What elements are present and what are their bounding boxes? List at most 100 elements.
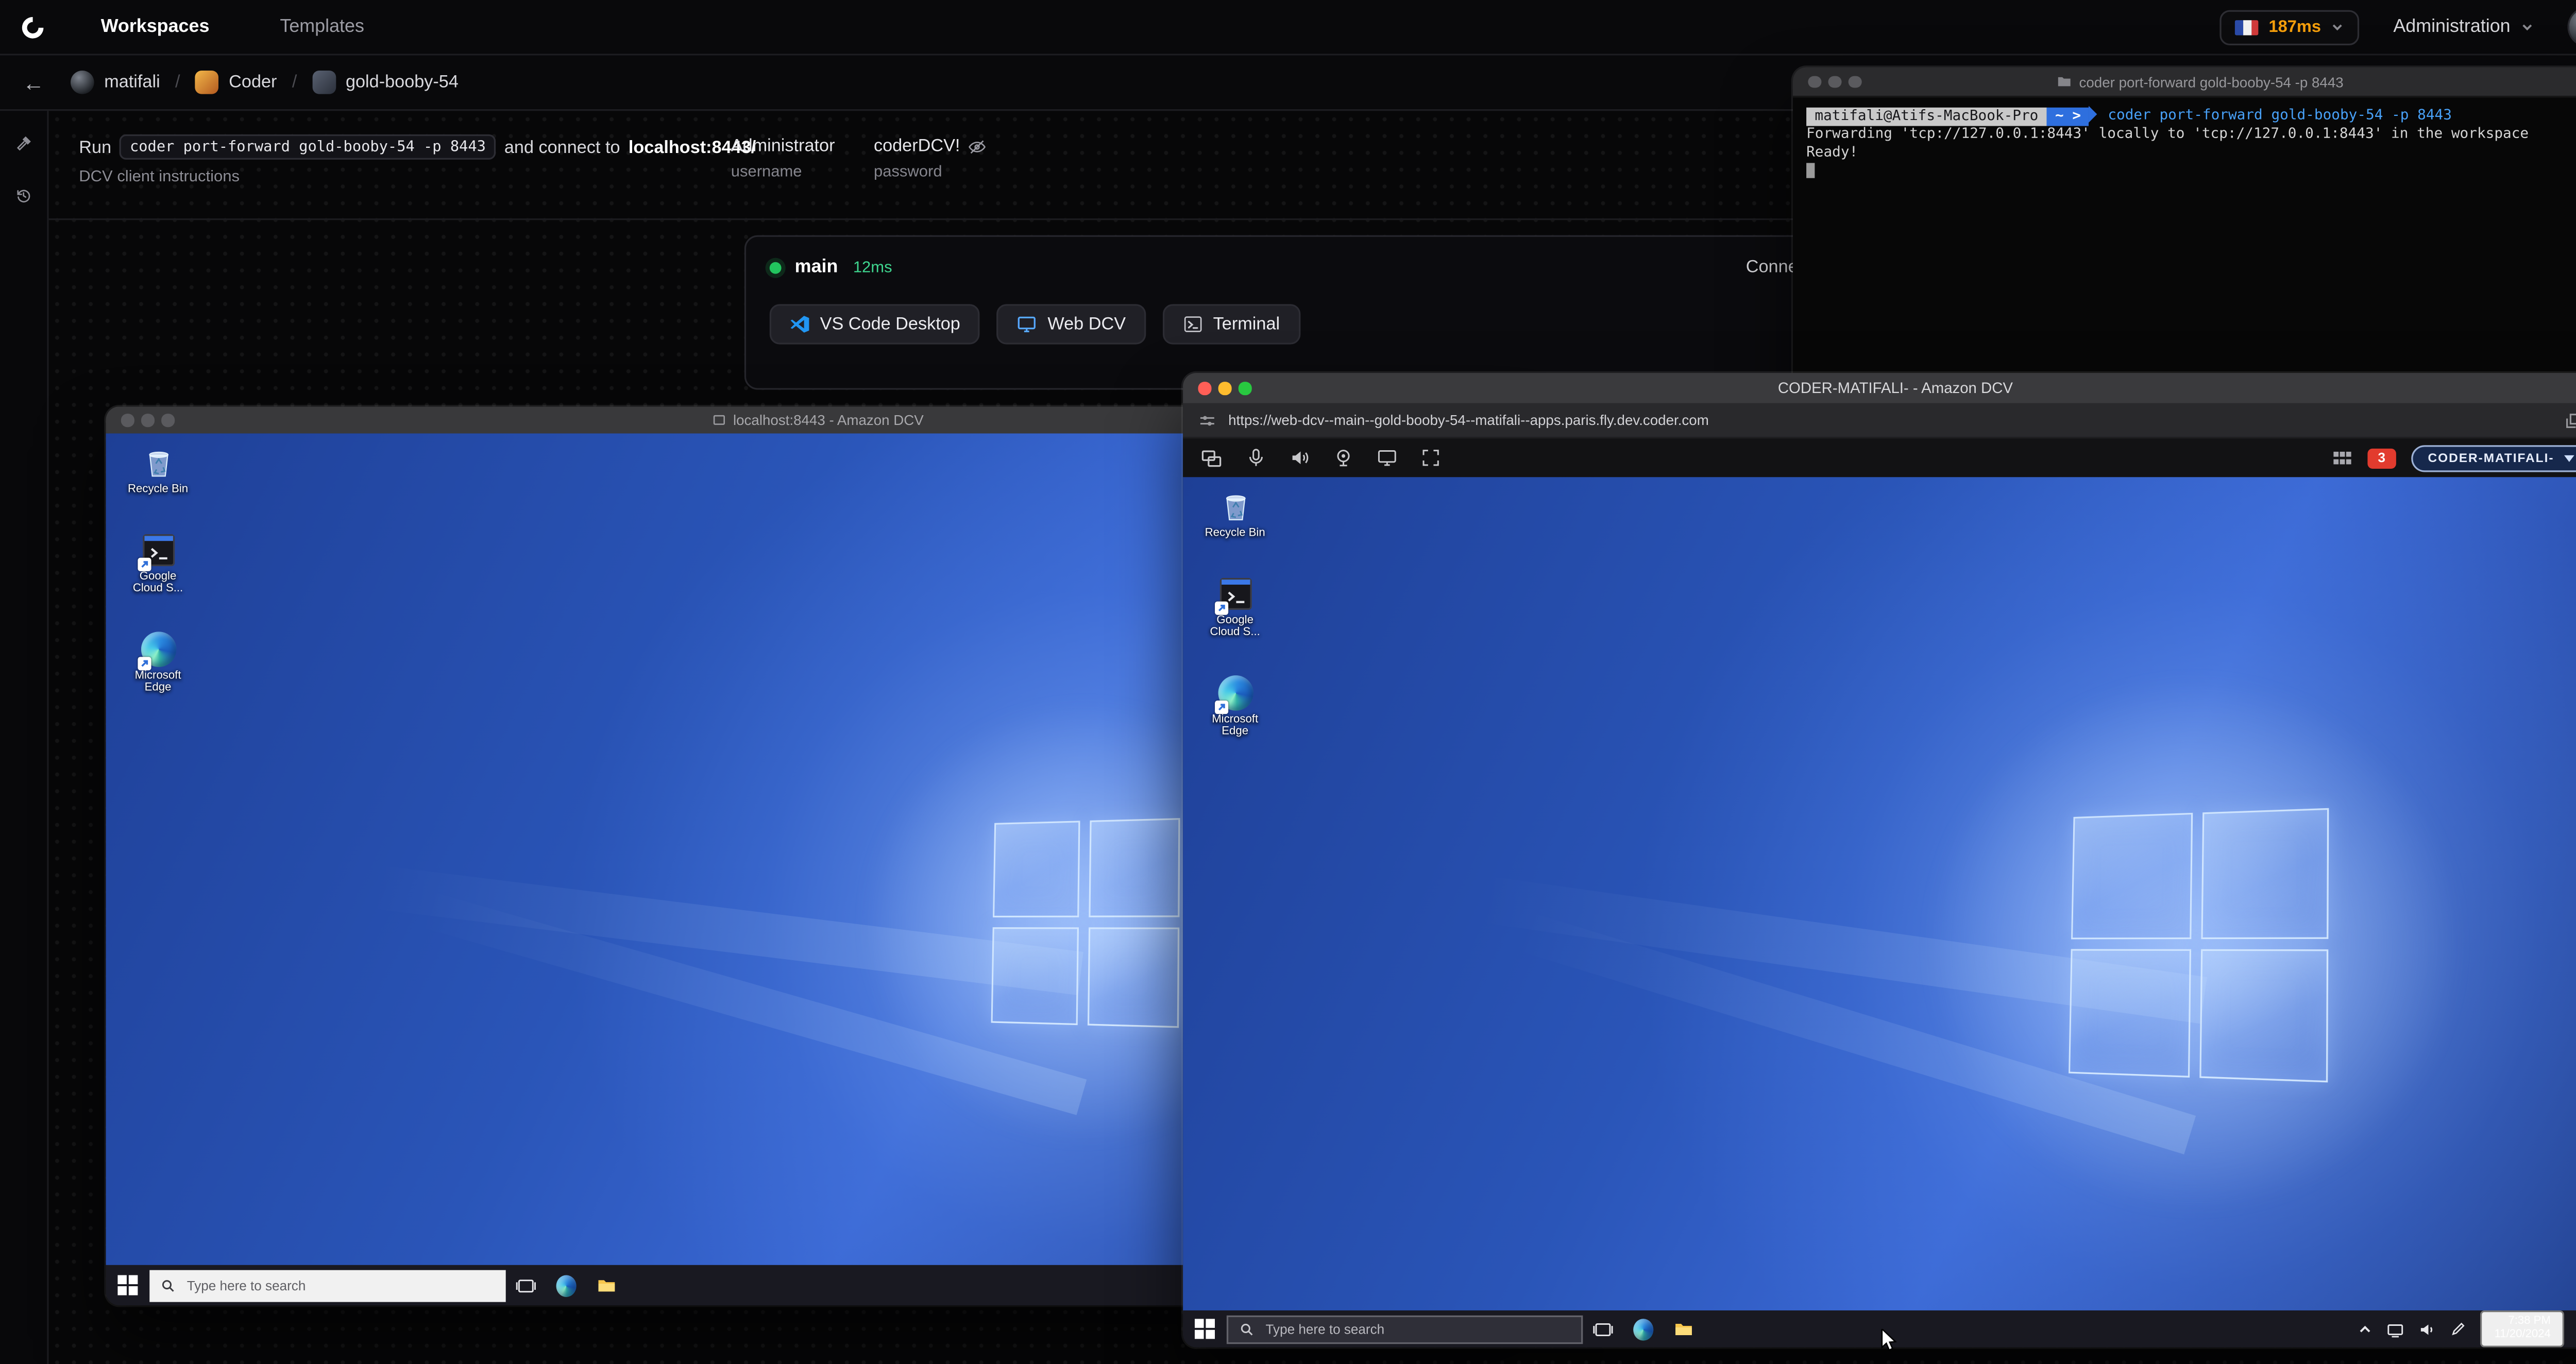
port-forward-command[interactable]: coder port-forward gold-booby-54 -p 8443 (120, 134, 496, 160)
windows-taskbar: 7:38 PM 11/20/2024 (1183, 1310, 2576, 1348)
workspace-icon (312, 70, 336, 94)
desktop-icon-microsoft-edge[interactable]: Microsoft Edge (116, 631, 200, 696)
url-bar: https://web-dcv--main--gold-booby-54--ma… (1183, 403, 2576, 439)
display-settings-button[interactable] (1376, 447, 1398, 469)
back-button[interactable]: ← (17, 65, 50, 99)
taskbar-clock[interactable]: 7:38 PM 11/20/2024 (2481, 1310, 2565, 1348)
desktop-icons: Recycle Bin Google Cloud S... Microsoft … (116, 445, 200, 695)
top-navbar: Workspaces Templates 187ms Administratio… (0, 0, 2576, 56)
network-icon (2388, 1323, 2404, 1337)
start-button[interactable] (106, 1265, 149, 1305)
prompt-path: ~ (2055, 107, 2064, 125)
edge-icon (1633, 1318, 1654, 1340)
administration-label: Administration (2393, 16, 2511, 37)
dcv-web-titlebar[interactable]: CODER-MATIFALI- - Amazon DCV (1183, 373, 2576, 403)
coder-logo-icon[interactable] (17, 12, 47, 42)
terminal-window-title: coder port-forward gold-booby-54 -p 8443 (2079, 73, 2344, 90)
desktop-icon-google-cloud-sdk[interactable]: Google Cloud S... (116, 532, 200, 596)
fullscreen-button[interactable] (1420, 447, 1442, 469)
file-explorer-icon (1675, 1324, 1692, 1336)
breadcrumb-owner[interactable]: matifali (70, 70, 160, 94)
desktop-icon-google-cloud-sdk[interactable]: Google Cloud S... (1193, 575, 1277, 640)
microphone-button[interactable] (1245, 447, 1267, 469)
terminal-button[interactable]: Terminal (1162, 304, 1300, 345)
desktop-icon-recycle-bin[interactable]: Recycle Bin (116, 445, 200, 497)
terminal-output-line: Forwarding 'tcp://127.0.0.1:8443' locall… (1806, 126, 2529, 143)
speaker-button[interactable] (1289, 447, 1311, 469)
desktop-icon-recycle-bin[interactable]: Recycle Bin (1193, 489, 1277, 540)
nav-workspaces[interactable]: Workspaces (91, 15, 219, 39)
start-button[interactable] (1183, 1310, 1227, 1348)
taskbar-search[interactable] (1226, 1315, 1583, 1343)
breadcrumb-separator: / (292, 72, 297, 93)
template-icon (195, 70, 219, 94)
owner-avatar (70, 70, 94, 94)
agent-name: main (794, 257, 838, 278)
breadcrumb-template[interactable]: Coder (195, 70, 277, 94)
task-view-button[interactable] (1583, 1310, 1623, 1348)
terminal-titlebar[interactable]: coder port-forward gold-booby-54 -p 8443 (1792, 67, 2576, 98)
vscode-icon (790, 316, 809, 333)
latency-dropdown[interactable]: 187ms (2219, 9, 2360, 45)
user-avatar[interactable] (2567, 7, 2576, 47)
agent-latency: 12ms (853, 258, 892, 277)
credential-password: coderDCV! password (874, 136, 987, 181)
chevron-down-icon (2522, 24, 2532, 31)
speaker-icon (2421, 1323, 2433, 1334)
apps-grid-button[interactable] (2332, 448, 2352, 468)
site-settings-icon[interactable] (1198, 411, 1216, 429)
session-windows-button[interactable] (1200, 446, 1224, 470)
monitor-icon (1019, 316, 1037, 332)
folder-icon (2058, 77, 2071, 87)
breadcrumb-workspace[interactable]: gold-booby-54 (312, 70, 459, 94)
administration-menu[interactable]: Administration (2383, 15, 2544, 39)
terminal-icon (1184, 316, 1202, 332)
traffic-lights[interactable] (1198, 382, 1251, 395)
workspace-history-button[interactable] (5, 176, 42, 213)
pen-tray-button[interactable] (2451, 1321, 2468, 1338)
dcv-client-instructions-link[interactable]: DCV client instructions (79, 168, 756, 186)
gcloud-shell-icon (137, 532, 175, 571)
web-dcv-button[interactable]: Web DCV (997, 304, 1146, 345)
search-input[interactable] (183, 1276, 494, 1294)
build-log-button[interactable] (5, 124, 42, 161)
grid-icon (2333, 451, 2351, 464)
chevron-up-icon (2361, 1325, 2371, 1332)
edge-taskbar-button[interactable] (546, 1265, 586, 1305)
session-name-dropdown[interactable]: CODER-MATIFALI- (2411, 444, 2576, 471)
workspace-name: gold-booby-54 (345, 72, 459, 93)
shortcut-arrow-badge (1214, 601, 1228, 615)
shortcut-arrow-badge (137, 557, 150, 571)
windows-overlap-icon (1201, 449, 1222, 466)
search-input[interactable] (1262, 1319, 1570, 1338)
desktop-icons: Recycle Bin Google Cloud S... Microsoft … (1193, 489, 1277, 739)
webcam-button[interactable] (1332, 447, 1354, 469)
edge-taskbar-button[interactable] (1623, 1310, 1664, 1348)
region-flag-icon (2235, 19, 2259, 35)
password-label: password (873, 163, 942, 182)
windows-desktop[interactable]: Recycle Bin Google Cloud S... Microsoft … (1183, 477, 2576, 1312)
nav-templates[interactable]: Templates (270, 15, 375, 39)
url-text[interactable]: https://web-dcv--main--gold-booby-54--ma… (1228, 412, 1709, 429)
webcam-icon (1337, 450, 1350, 467)
microphone-icon (1249, 449, 1263, 466)
network-tray-button[interactable] (2387, 1320, 2405, 1338)
taskbar-search[interactable] (149, 1269, 506, 1302)
gcloud-shell-icon (1214, 575, 1252, 615)
file-explorer-button[interactable] (1664, 1310, 1704, 1348)
volume-tray-button[interactable] (2419, 1320, 2437, 1338)
dcv-toolbar: 3 CODER-MATIFALI- (1183, 438, 2576, 478)
tray-expand-button[interactable] (2358, 1321, 2373, 1336)
vscode-desktop-button[interactable]: VS Code Desktop (769, 304, 980, 345)
open-in-browser-button[interactable] (2554, 409, 2576, 431)
notification-badge[interactable]: 3 (2367, 448, 2396, 468)
task-view-button[interactable] (506, 1265, 546, 1305)
eye-off-icon[interactable] (969, 137, 987, 156)
desktop-icon-microsoft-edge[interactable]: Microsoft Edge (1193, 675, 1277, 739)
breadcrumb-items: matifali / Coder / gold-booby-54 (70, 70, 459, 94)
terminal-content[interactable]: matifali@Atifs-MacBook-Pro ~ > coder port-… (1793, 97, 2576, 191)
traffic-lights[interactable] (1808, 75, 1861, 88)
traffic-lights[interactable] (121, 414, 174, 427)
file-explorer-button[interactable] (586, 1265, 626, 1305)
back-arrow-icon: ← (23, 70, 45, 95)
